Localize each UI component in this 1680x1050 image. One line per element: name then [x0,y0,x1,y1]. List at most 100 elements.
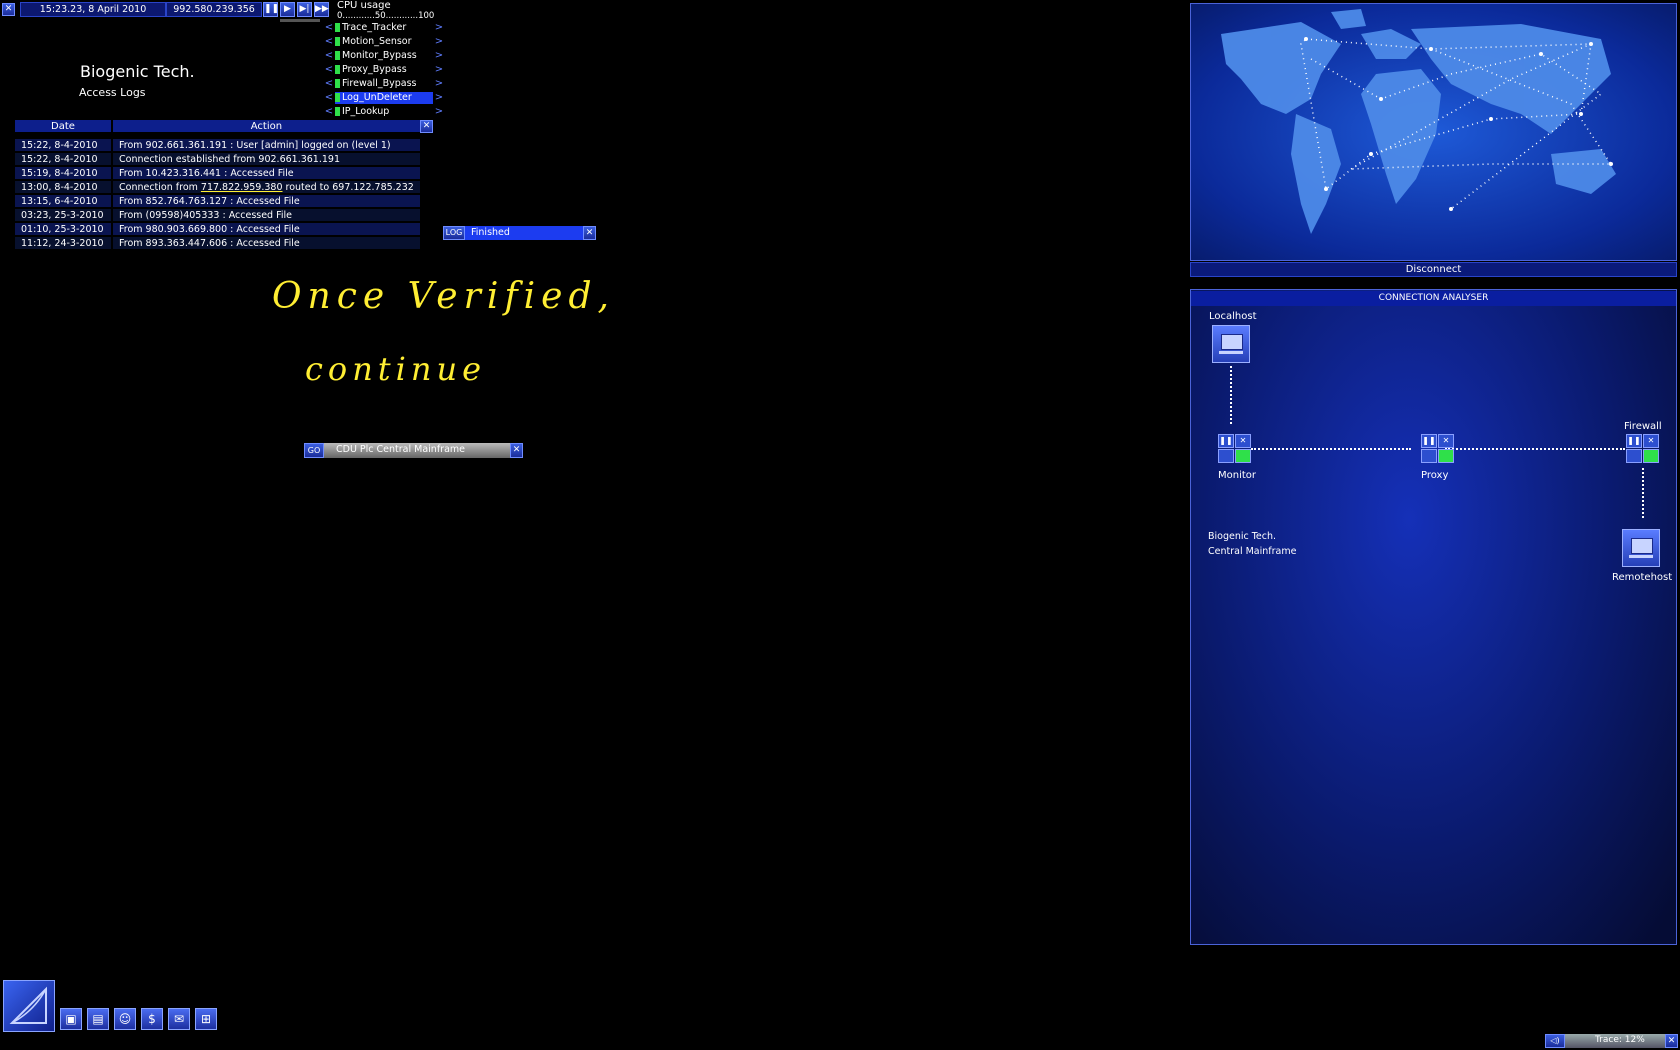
firewall-label: Firewall [1624,421,1662,432]
close-log-table-button[interactable]: ✕ [420,120,433,133]
log-row[interactable]: 15:22, 8-4-2010 Connection established fr… [15,153,420,165]
speed-indicator [280,19,320,22]
program-right-arrow-icon[interactable]: > [434,106,444,118]
log-row[interactable]: 11:12, 24-3-2010 From 893.363.447.606 : A… [15,237,420,249]
play-button[interactable]: ▶ [280,2,295,17]
main-menu-button[interactable] [3,980,55,1032]
email-icon[interactable]: ✉ [168,1008,190,1030]
log-action-cell: From 852.764.763.127 : Accessed File [113,195,420,207]
firewall-node[interactable]: ❚❚ ✕ [1626,434,1660,464]
link-localhost-monitor [1230,366,1232,424]
log-action: From 852.764.763.127 : Accessed File [119,195,300,207]
pause-icon: ❚❚ [1421,434,1437,448]
close-trace-button[interactable]: ✕ [1665,1034,1678,1048]
log-date: 01:10, 25-3-2010 [15,223,111,235]
goto-task-tag: GO [304,443,324,458]
fast-forward-button[interactable]: ▶| [297,2,312,17]
program-row: < Proxy_Bypass > [324,63,446,77]
flag-icon [1218,449,1234,463]
log-row[interactable]: 13:15, 6-4-2010 From 852.764.763.127 : Ac… [15,195,420,207]
program-label: Monitor_Bypass [342,50,417,61]
program-label-box[interactable]: Proxy_Bypass [335,64,433,76]
remotehost-computer-icon [1622,529,1660,567]
close-icon: ✕ [1438,434,1454,448]
program-right-arrow-icon[interactable]: > [434,36,444,48]
program-label-box[interactable]: Trace_Tracker [335,22,433,34]
log-row[interactable]: 13:00, 8-4-2010 Connection from 717.822.9… [15,181,420,193]
program-left-arrow-icon[interactable]: < [324,22,334,34]
close-log-task-button[interactable]: ✕ [583,226,596,240]
program-led-icon [335,107,340,116]
monitor-label: Monitor [1218,470,1257,481]
close-goto-task-button[interactable]: ✕ [510,443,523,458]
program-led-icon [335,51,340,60]
network-icon[interactable]: ⊞ [195,1008,217,1030]
person-icon[interactable]: ☺ [114,1008,136,1030]
program-right-arrow-icon[interactable]: > [434,50,444,62]
program-label: IP_Lookup [342,106,390,117]
log-date: 13:00, 8-4-2010 [15,181,111,193]
log-date: 15:19, 8-4-2010 [15,167,111,179]
log-date-text: 11:12, 24-3-2010 [21,237,104,249]
program-left-arrow-icon[interactable]: < [324,36,334,48]
highlighted-ip[interactable]: 717.822.959.380 [201,182,283,193]
goto-task: GO CDU Plc Central Mainframe ✕ [304,443,523,458]
world-map[interactable] [1190,3,1677,261]
program-label-box[interactable]: Firewall_Bypass [335,78,433,90]
monitor-node[interactable]: ❚❚ ✕ [1218,434,1252,464]
log-row[interactable]: 15:22, 8-4-2010 From 902.661.361.191 : Us… [15,139,420,151]
log-row[interactable]: 01:10, 25-3-2010 From 980.903.669.800 : A… [15,223,420,235]
datetime-text: 15:23.23, 8 April 2010 [39,4,147,15]
log-row[interactable]: 15:19, 8-4-2010 From 10.423.316.441 : Acc… [15,167,420,179]
program-right-arrow-icon[interactable]: > [434,78,444,90]
log-action-cell: Connection established from 902.661.361.… [113,153,420,165]
log-action-cell: Connection from 717.822.959.380 routed t… [113,181,420,193]
company-name: Biogenic Tech. [80,62,195,81]
log-row[interactable]: 03:23, 25-3-2010 From (09598)405333 : Acc… [15,209,420,221]
goto-task-progress: CDU Plc Central Mainframe [324,443,510,458]
program-left-arrow-icon[interactable]: < [324,92,334,104]
program-left-arrow-icon[interactable]: < [324,106,334,118]
log-action-prefix: Connection from [119,181,201,193]
log-date-text: 15:19, 8-4-2010 [21,167,98,179]
close-icon[interactable]: ✕ [2,3,15,16]
files-icon[interactable]: ▤ [87,1008,109,1030]
log-action-cell: From 10.423.316.441 : Accessed File [113,167,420,179]
fastest-button[interactable]: ▶▶ [314,2,329,17]
program-led-icon [335,37,340,46]
hardware-icon[interactable]: ▣ [60,1008,82,1030]
pause-icon: ❚❚ [1218,434,1234,448]
proxy-label: Proxy [1421,470,1449,481]
proxy-node[interactable]: ❚❚ ✕ [1421,434,1455,464]
program-right-arrow-icon[interactable]: > [434,22,444,34]
action-column-header: Action [113,120,420,132]
program-label-box[interactable]: Log_UnDeleter [335,92,433,104]
log-date: 15:22, 8-4-2010 [15,139,111,151]
program-right-arrow-icon[interactable]: > [434,92,444,104]
program-right-arrow-icon[interactable]: > [434,64,444,76]
program-left-arrow-icon[interactable]: < [324,78,334,90]
log-action-suffix: routed to 697.122.785.232 [282,181,414,193]
pause-button[interactable]: ❚❚ [263,2,279,17]
program-label-box[interactable]: Monitor_Bypass [335,50,433,62]
program-led-icon [335,23,340,32]
link-monitor-proxy [1251,448,1411,450]
ip-display: 992.580.239.356 [166,2,262,17]
program-label-box[interactable]: Motion_Sensor [335,36,433,48]
disconnect-label: Disconnect [1405,264,1462,275]
program-left-arrow-icon[interactable]: < [324,50,334,62]
close-icon: ✕ [1235,434,1251,448]
program-led-icon [335,65,340,74]
sound-icon[interactable]: ◁) [1545,1034,1565,1048]
link-proxy-firewall [1445,448,1625,450]
finance-icon[interactable]: $ [141,1008,163,1030]
log-task-progress: Finished [465,226,583,240]
log-action-cell: From 980.903.669.800 : Accessed File [113,223,420,235]
date-column-header: Date [15,120,111,132]
log-action-cell: From 902.661.361.191 : User [admin] logg… [113,139,420,151]
localhost-label: Localhost [1209,311,1257,322]
program-left-arrow-icon[interactable]: < [324,64,334,76]
disconnect-button[interactable]: Disconnect [1190,262,1677,277]
log-action-cell: From (09598)405333 : Accessed File [113,209,420,221]
program-label-box[interactable]: IP_Lookup [335,106,433,118]
